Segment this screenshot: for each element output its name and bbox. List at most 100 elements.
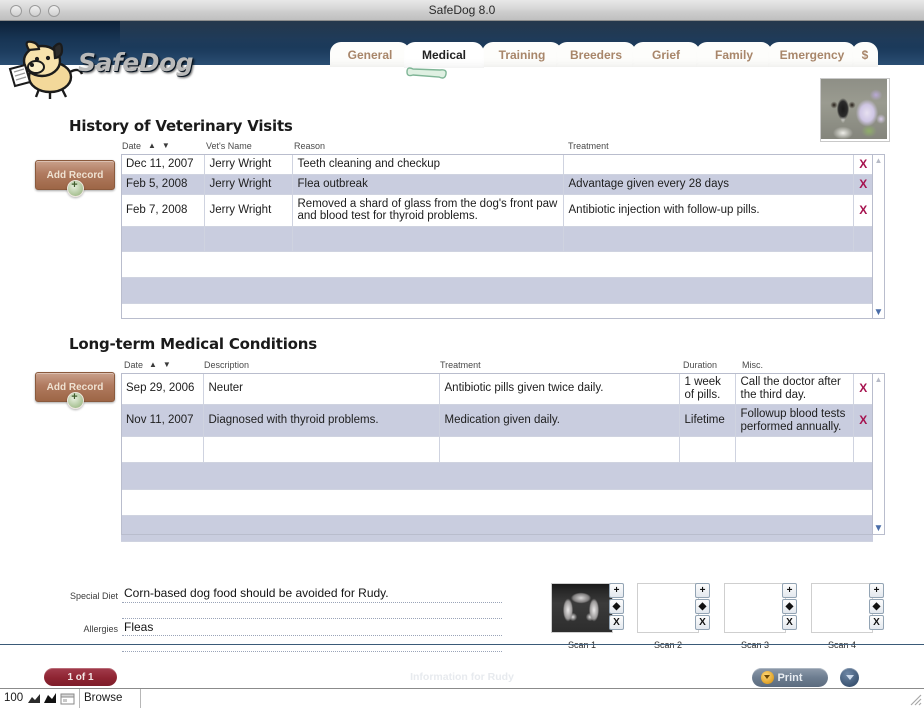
- allergies-line-1[interactable]: [122, 635, 502, 636]
- scan-2-diamond-icon[interactable]: ◆: [695, 599, 710, 614]
- cell-treatment[interactable]: [563, 154, 854, 175]
- scan-3-diamond-icon[interactable]: ◆: [782, 599, 797, 614]
- cell-date[interactable]: Nov 11, 2007: [121, 404, 204, 437]
- chevron-down-circle-icon[interactable]: [840, 668, 859, 687]
- cell-reason[interactable]: Removed a shard of glass from the dog's …: [292, 194, 564, 227]
- tab-emergency[interactable]: Emergency: [768, 42, 856, 67]
- cell-misc[interactable]: Call the doctor after the third day.: [735, 373, 854, 405]
- cond-col-duration: Duration: [683, 360, 718, 370]
- table-row[interactable]: Sep 29, 2006 Neuter Antibiotic pills giv…: [121, 373, 873, 405]
- tab-money[interactable]: $: [852, 42, 878, 67]
- scroll-down-arrow-icon[interactable]: ▼: [873, 307, 884, 318]
- tab-general[interactable]: General: [330, 42, 410, 67]
- allergies-value[interactable]: Fleas: [124, 620, 153, 634]
- cell-treatment[interactable]: Advantage given every 28 days: [563, 174, 854, 195]
- delete-row-x-icon[interactable]: X: [853, 174, 873, 195]
- table-row-empty[interactable]: [121, 436, 873, 463]
- zoom-in-icon[interactable]: [43, 692, 58, 706]
- cell-treatment[interactable]: Antibiotic injection with follow-up pill…: [563, 194, 854, 227]
- cell-treatment[interactable]: Antibiotic pills given twice daily.: [439, 373, 680, 405]
- cell-treatment[interactable]: [563, 226, 854, 252]
- delete-row-x-icon[interactable]: X: [853, 404, 873, 437]
- scan-4-plus-icon[interactable]: +: [869, 583, 884, 598]
- conditions-scrollbar[interactable]: ▲ ▼: [872, 373, 885, 535]
- scan-2-plus-icon[interactable]: +: [695, 583, 710, 598]
- cell-misc[interactable]: Followup blood tests performed annually.: [735, 404, 854, 437]
- cell-vet[interactable]: [204, 226, 293, 252]
- delete-row-x-icon[interactable]: X: [853, 154, 873, 175]
- cell-description[interactable]: [203, 436, 440, 463]
- scan-1-plus-icon[interactable]: +: [609, 583, 624, 598]
- delete-row-x-icon[interactable]: X: [853, 194, 873, 227]
- scan-1-x-icon[interactable]: X: [609, 615, 624, 630]
- tab-breeders[interactable]: Breeders: [556, 42, 636, 67]
- scan-1-image[interactable]: [551, 583, 613, 633]
- status-window-toggle-icon[interactable]: [60, 692, 75, 706]
- scan-3-x-icon[interactable]: X: [782, 615, 797, 630]
- scan-2-image[interactable]: [637, 583, 699, 633]
- cell-reason[interactable]: Flea outbreak: [292, 174, 564, 195]
- scan-4-controls: + ◆ X: [869, 583, 884, 631]
- table-row[interactable]: Dec 11, 2007 Jerry Wright Teeth cleaning…: [121, 154, 873, 175]
- cond-sort-arrows[interactable]: ▲▼: [149, 360, 177, 369]
- scan-2-x-icon[interactable]: X: [695, 615, 710, 630]
- cell-description[interactable]: Diagnosed with thyroid problems.: [203, 404, 440, 437]
- scroll-up-arrow-icon[interactable]: ▲: [873, 374, 884, 385]
- scan-3-image[interactable]: [724, 583, 786, 633]
- table-row[interactable]: Nov 11, 2007 Diagnosed with thyroid prob…: [121, 404, 873, 437]
- scroll-up-arrow-icon[interactable]: ▲: [873, 155, 884, 166]
- delete-row-x-icon[interactable]: X: [853, 373, 873, 405]
- delete-cell-empty: [853, 226, 873, 252]
- cell-duration[interactable]: [679, 436, 736, 463]
- tab-family[interactable]: Family: [696, 42, 772, 67]
- vet-visits-table: Dec 11, 2007 Jerry Wright Teeth cleaning…: [121, 154, 873, 319]
- special-diet-line-1[interactable]: [122, 602, 502, 603]
- vet-visits-title: History of Veterinary Visits: [69, 117, 293, 135]
- table-row-empty[interactable]: [121, 226, 873, 252]
- tab-grief[interactable]: Grief: [632, 42, 700, 67]
- cell-vet[interactable]: Jerry Wright: [204, 174, 293, 195]
- add-record-button-vet-visits[interactable]: Add Record: [35, 160, 115, 197]
- scan-4-image[interactable]: [811, 583, 873, 633]
- application-window: SafeDog 8.0 SafeDog General Medical Trai…: [0, 0, 924, 708]
- scan-3-plus-icon[interactable]: +: [782, 583, 797, 598]
- cell-duration[interactable]: Lifetime: [679, 404, 736, 437]
- print-chevron-icon[interactable]: [761, 671, 774, 684]
- special-diet-line-2[interactable]: [122, 618, 502, 619]
- table-row[interactable]: Feb 5, 2008 Jerry Wright Flea outbreak A…: [121, 174, 873, 195]
- cell-description[interactable]: Neuter: [203, 373, 440, 405]
- cell-misc[interactable]: [735, 436, 854, 463]
- cell-date[interactable]: Feb 5, 2008: [121, 174, 205, 195]
- scan-4-diamond-icon[interactable]: ◆: [869, 599, 884, 614]
- vet-col-date: Date: [122, 141, 142, 151]
- vet-col-treatment: Treatment: [568, 141, 609, 151]
- cell-date[interactable]: [121, 226, 205, 252]
- bottom-sheen: [0, 652, 924, 666]
- filler-cell: [121, 277, 873, 304]
- cell-date[interactable]: [121, 436, 204, 463]
- cell-date[interactable]: Feb 7, 2008: [121, 194, 205, 227]
- cell-reason[interactable]: Teeth cleaning and checkup: [292, 154, 564, 175]
- table-row-filler: [121, 515, 873, 542]
- add-record-button-conditions[interactable]: Add Record: [35, 372, 115, 409]
- vet-visits-scrollbar[interactable]: ▲ ▼: [872, 154, 885, 319]
- cell-vet[interactable]: Jerry Wright: [204, 194, 293, 227]
- zoom-out-icon[interactable]: [27, 692, 42, 706]
- cell-duration[interactable]: 1 week of pills.: [679, 373, 736, 405]
- cell-treatment[interactable]: [439, 436, 680, 463]
- scan-1-diamond-icon[interactable]: ◆: [609, 599, 624, 614]
- resize-grip[interactable]: [908, 692, 922, 706]
- mode-label[interactable]: Browse: [84, 692, 122, 704]
- cell-reason[interactable]: [292, 226, 564, 252]
- vet-sort-arrows[interactable]: ▲▼: [148, 141, 176, 150]
- tab-training[interactable]: Training: [482, 42, 562, 67]
- cell-date[interactable]: Dec 11, 2007: [121, 154, 205, 175]
- scan-4-x-icon[interactable]: X: [869, 615, 884, 630]
- cell-vet[interactable]: Jerry Wright: [204, 154, 293, 175]
- table-row[interactable]: Feb 7, 2008 Jerry Wright Removed a shard…: [121, 194, 873, 227]
- cell-treatment[interactable]: Medication given daily.: [439, 404, 680, 437]
- scroll-down-arrow-icon[interactable]: ▼: [873, 523, 884, 534]
- cell-date[interactable]: Sep 29, 2006: [121, 373, 204, 405]
- zoom-level: 100: [4, 692, 24, 704]
- special-diet-value[interactable]: Corn-based dog food should be avoided fo…: [124, 586, 389, 600]
